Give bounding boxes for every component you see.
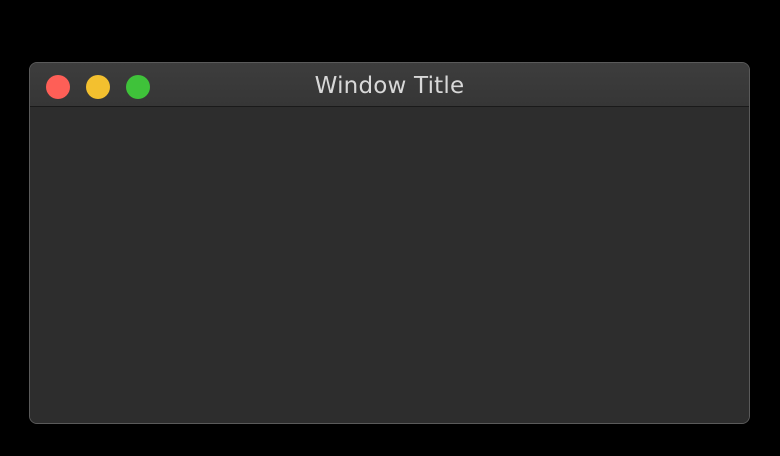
window-content [30,107,749,423]
title-bar[interactable]: Window Title [30,63,749,107]
app-window: Window Title [29,62,750,424]
window-title: Window Title [314,73,465,99]
